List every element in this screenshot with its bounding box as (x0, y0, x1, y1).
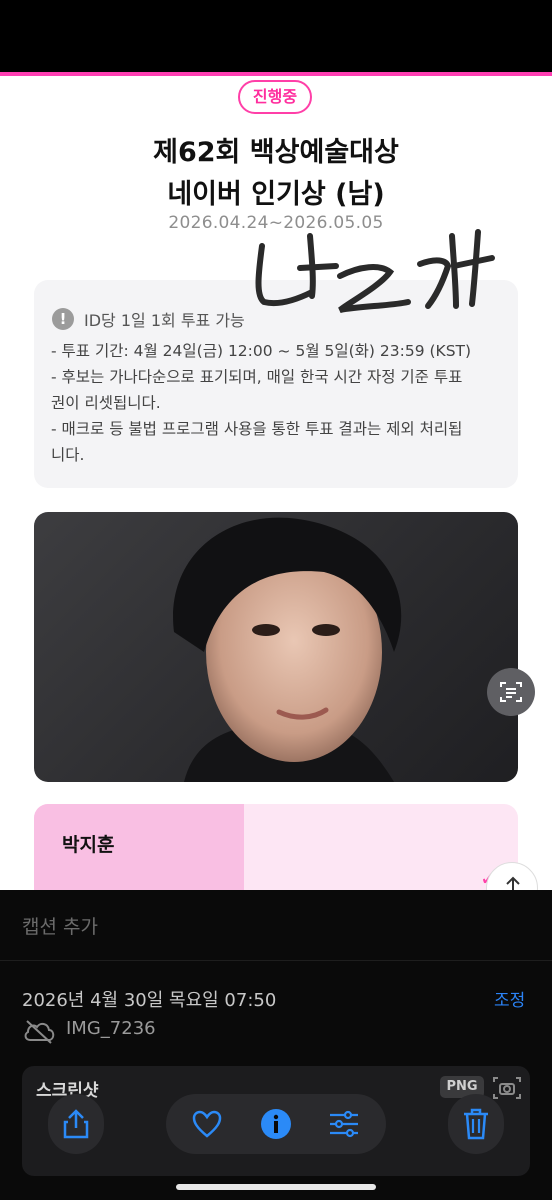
home-indicator[interactable] (176, 1184, 376, 1190)
camera-icon (493, 1077, 521, 1099)
sliders-icon[interactable] (328, 1110, 360, 1138)
photo-info-sheet: 캡션 추가 2026년 4월 30일 목요일 07:50 조정 IMG_7236… (0, 890, 552, 1200)
visual-lookup-button[interactable] (487, 668, 535, 716)
trash-icon (464, 1108, 488, 1140)
notice-line: 권이 리셋됩니다. (51, 394, 161, 412)
filename: IMG_7236 (66, 1018, 156, 1039)
action-toolbar (166, 1094, 386, 1154)
exclamation-icon: ! (52, 308, 74, 330)
share-button[interactable] (48, 1094, 104, 1154)
notice-line: - 후보는 가나다순으로 표기되며, 매일 한국 시간 자정 기준 투표 (51, 368, 463, 386)
info-icon[interactable] (260, 1108, 292, 1140)
notice-heading: ID당 1일 1회 투표 가능 (84, 311, 245, 330)
heart-icon[interactable] (192, 1110, 222, 1138)
status-badge: 진행중 (238, 80, 312, 114)
photo-datetime: 2026년 4월 30일 목요일 07:50 (22, 990, 277, 1011)
delete-button[interactable] (448, 1094, 504, 1154)
candidate-name: 박지훈 (62, 834, 115, 856)
divider (0, 960, 552, 961)
candidate-photo[interactable] (34, 512, 518, 782)
adjust-button[interactable]: 조정 (494, 986, 525, 1011)
share-icon (63, 1109, 89, 1139)
cloud-off-icon (24, 1020, 55, 1044)
caption-input[interactable]: 캡션 추가 (22, 912, 98, 939)
status-bar-area (0, 0, 552, 72)
handwriting-scribble (255, 229, 495, 313)
candidate-card[interactable]: 박지훈 ✓ (34, 804, 518, 890)
notice-line: - 매크로 등 불법 프로그램 사용을 통한 투표 결과는 제외 처리됩 (51, 420, 463, 438)
vote-page: 진행중 제62회 백상예술대상 네이버 인기상 (남) 2026.04.24~2… (0, 76, 552, 890)
text-scan-icon (500, 682, 522, 702)
page-title-line1: 제62회 백상예술대상 (153, 137, 399, 168)
notice-line: 니다. (51, 446, 85, 464)
